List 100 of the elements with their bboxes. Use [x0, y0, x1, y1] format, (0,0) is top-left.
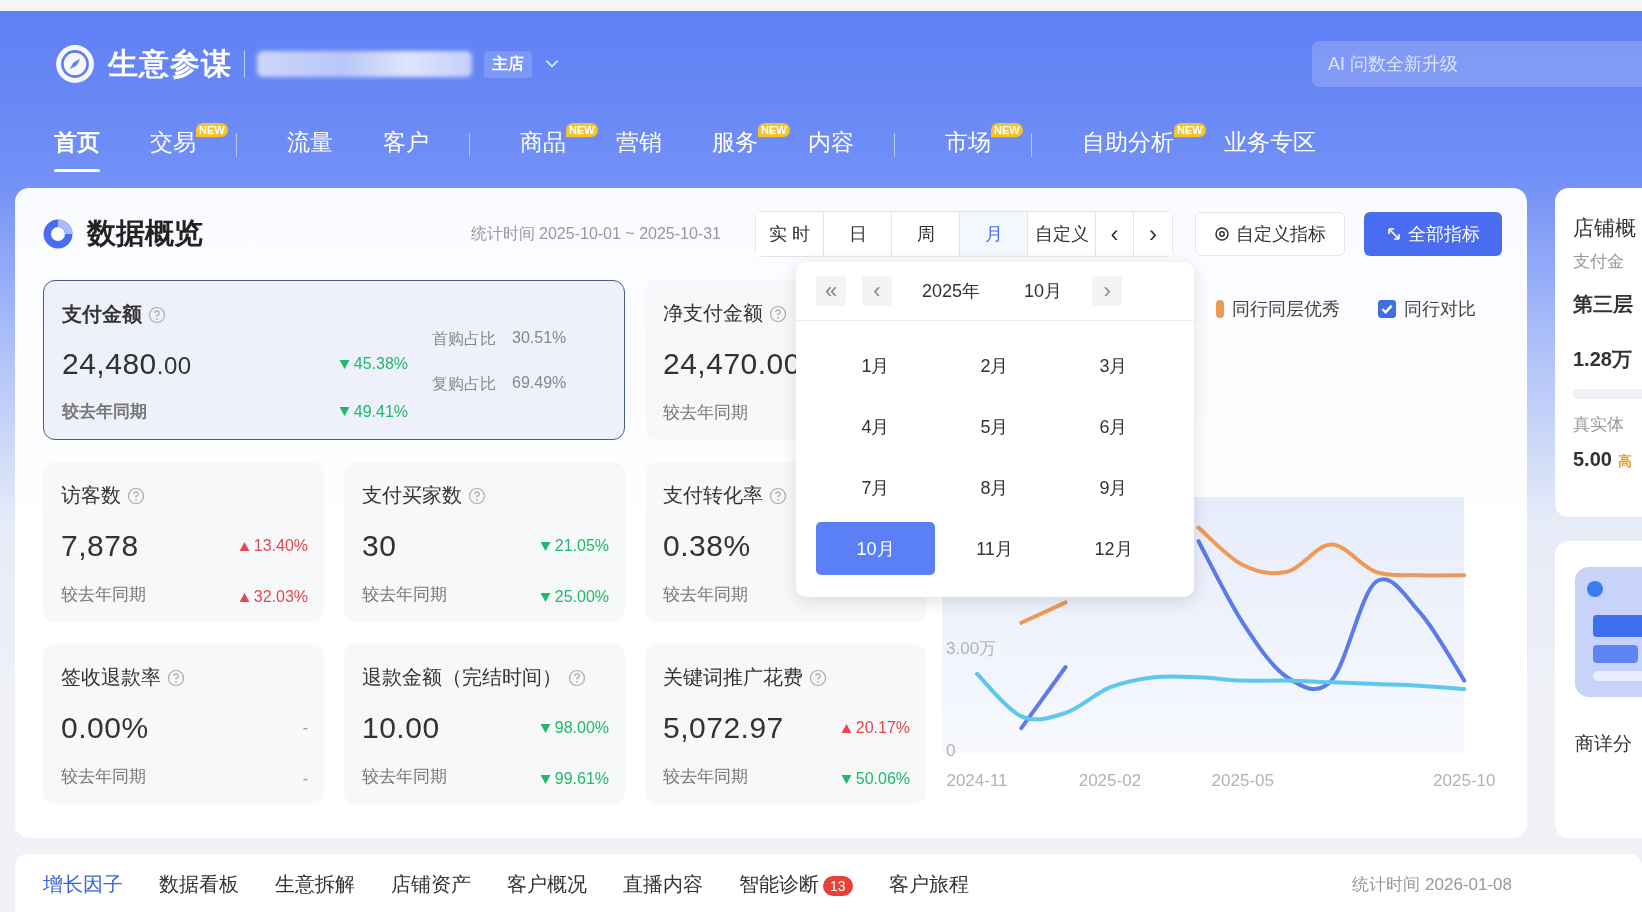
- compare-label: 较去年同期: [663, 766, 748, 788]
- checkbox-label[interactable]: 同行对比: [1404, 297, 1476, 321]
- section-tab[interactable]: 客户概况: [507, 870, 587, 898]
- period-tab[interactable]: 周: [892, 212, 960, 256]
- change-value: -: [302, 719, 308, 737]
- metric-title: 退款金额（完结时间）: [362, 665, 562, 690]
- triangle-down-icon: [539, 722, 551, 734]
- x-axis-label: 2025-10: [1433, 771, 1496, 790]
- change-value: -: [302, 770, 308, 788]
- app-name: 生意参谋: [108, 45, 232, 82]
- help-icon[interactable]: [148, 305, 166, 324]
- change-value: 13.40%: [253, 537, 308, 555]
- subtitle: 支付金: [1573, 251, 1625, 273]
- section-tab[interactable]: 数据看板: [159, 870, 239, 898]
- metric-title: 支付金额: [62, 302, 142, 327]
- section-tab[interactable]: 店铺资产: [391, 870, 471, 898]
- compare-label: 较去年同期: [362, 766, 447, 788]
- overview-title: 数据概览: [87, 216, 203, 251]
- change-value: 32.03%: [253, 588, 308, 606]
- custom-metrics-button[interactable]: 自定义指标: [1195, 212, 1345, 256]
- metric-value: 5,072.97: [663, 711, 784, 745]
- metric-value: 7,878: [61, 529, 139, 563]
- detail-label: 商详分: [1575, 731, 1633, 756]
- count-badge: 13: [823, 875, 853, 896]
- score-tag: 高: [1617, 453, 1632, 471]
- period-tab[interactable]: 自定义: [1028, 212, 1096, 256]
- help-icon[interactable]: [809, 668, 827, 687]
- triangle-down-icon: [539, 591, 551, 603]
- month-label[interactable]: 10月: [1024, 279, 1063, 303]
- period-tab[interactable]: 日: [824, 212, 892, 256]
- help-icon[interactable]: [769, 486, 787, 505]
- tier-label: 第三层: [1573, 292, 1634, 317]
- metric-card[interactable]: 访客数 7,878 较去年同期 13.40% 32.03%: [43, 462, 324, 622]
- pie-chart-icon: [43, 219, 73, 249]
- help-icon[interactable]: [468, 486, 486, 505]
- chevron-down-icon[interactable]: [544, 58, 560, 70]
- metric-card[interactable]: 支付买家数 30 较去年同期 21.05% 25.00%: [344, 462, 625, 622]
- target-icon: [1214, 226, 1230, 242]
- compass-logo-icon: [54, 43, 96, 85]
- share-value: 30.51%: [512, 329, 567, 348]
- compare-label: 较去年同期: [61, 584, 146, 606]
- compare-label: 较去年同期: [663, 402, 748, 424]
- y-axis-label: 0: [946, 741, 956, 761]
- metric-value: 0.38%: [663, 529, 751, 563]
- compare-label: 较去年同期: [62, 401, 147, 423]
- help-icon[interactable]: [568, 668, 586, 687]
- triangle-down-icon: [539, 773, 551, 785]
- help-icon[interactable]: [167, 668, 185, 687]
- section-tab[interactable]: 智能诊断 13: [739, 870, 853, 898]
- x-axis-label: 2025-02: [1078, 771, 1142, 790]
- checkbox[interactable]: [1378, 300, 1396, 318]
- period-tab[interactable]: 实 时: [756, 212, 824, 256]
- metric-card[interactable]: 支付金额 24,480.00 较去年同期 45.38% 49.41% 首购占比 30.51% 复购占比 69.49%: [43, 280, 625, 440]
- change-value: 20.17%: [855, 719, 910, 737]
- experience-label: 真实体: [1573, 414, 1625, 436]
- triangle-up-icon: [238, 540, 250, 552]
- new-badge: NEW: [991, 122, 1023, 137]
- new-badge: NEW: [758, 122, 790, 137]
- amount-value: 1.28万: [1573, 347, 1633, 372]
- card-title: 店铺概: [1573, 215, 1637, 241]
- section-tab[interactable]: 直播内容: [623, 870, 703, 898]
- stat-time: 统计时间 2026-01-08: [1352, 873, 1512, 896]
- x-axis-label: 2025-05: [1211, 771, 1274, 790]
- triangle-down-icon: [338, 358, 350, 370]
- compare-label: 较去年同期: [61, 766, 146, 788]
- compare-label: 较去年同期: [663, 584, 748, 606]
- help-icon[interactable]: [127, 486, 145, 505]
- expand-icon: [1386, 226, 1402, 242]
- help-icon[interactable]: [769, 304, 787, 323]
- next-button[interactable]: ›: [1134, 212, 1172, 256]
- new-badge: NEW: [566, 122, 598, 137]
- legend-label[interactable]: 同行同层优秀: [1232, 297, 1340, 321]
- period-tab[interactable]: 月: [960, 212, 1028, 256]
- change-value: 98.00%: [554, 719, 609, 737]
- month-option[interactable]: 10月: [816, 522, 935, 575]
- store-badge: 主店: [484, 50, 532, 78]
- metric-card[interactable]: 签收退款率 0.00% 较去年同期 - -: [43, 644, 324, 804]
- triangle-down-icon: [338, 406, 350, 417]
- metric-value: 30: [362, 529, 397, 563]
- share-label: 复购占比: [432, 374, 496, 394]
- all-metrics-button[interactable]: 全部指标: [1364, 212, 1502, 256]
- metric-value: 10.00: [362, 711, 440, 745]
- metric-title: 支付买家数: [362, 483, 462, 508]
- metric-title: 支付转化率: [663, 483, 763, 508]
- section-tab[interactable]: 增长因子: [43, 870, 123, 898]
- new-badge: NEW: [196, 122, 228, 137]
- x-axis-label: 2024-11: [946, 771, 1008, 790]
- metric-title: 关键词推广花费: [663, 665, 803, 690]
- change-value: 45.38%: [353, 355, 408, 373]
- section-tab[interactable]: 客户旅程: [888, 870, 969, 898]
- metric-card[interactable]: 关键词推广花费 5,072.97 较去年同期 20.17% 50.06%: [645, 644, 926, 804]
- change-value: 99.61%: [554, 770, 609, 788]
- section-tab[interactable]: 生意拆解: [275, 870, 355, 898]
- triangle-down-icon: [840, 773, 852, 785]
- new-badge: NEW: [1174, 122, 1206, 137]
- metric-card[interactable]: 退款金额（完结时间） 10.00 较去年同期 98.00% 99.61%: [344, 644, 625, 804]
- change-value: 25.00%: [554, 588, 609, 606]
- triangle-down-icon: [539, 540, 551, 552]
- previous-button[interactable]: ‹: [1096, 212, 1134, 256]
- period-text: 统计时间 2025-10-01 ~ 2025-10-31: [470, 223, 721, 244]
